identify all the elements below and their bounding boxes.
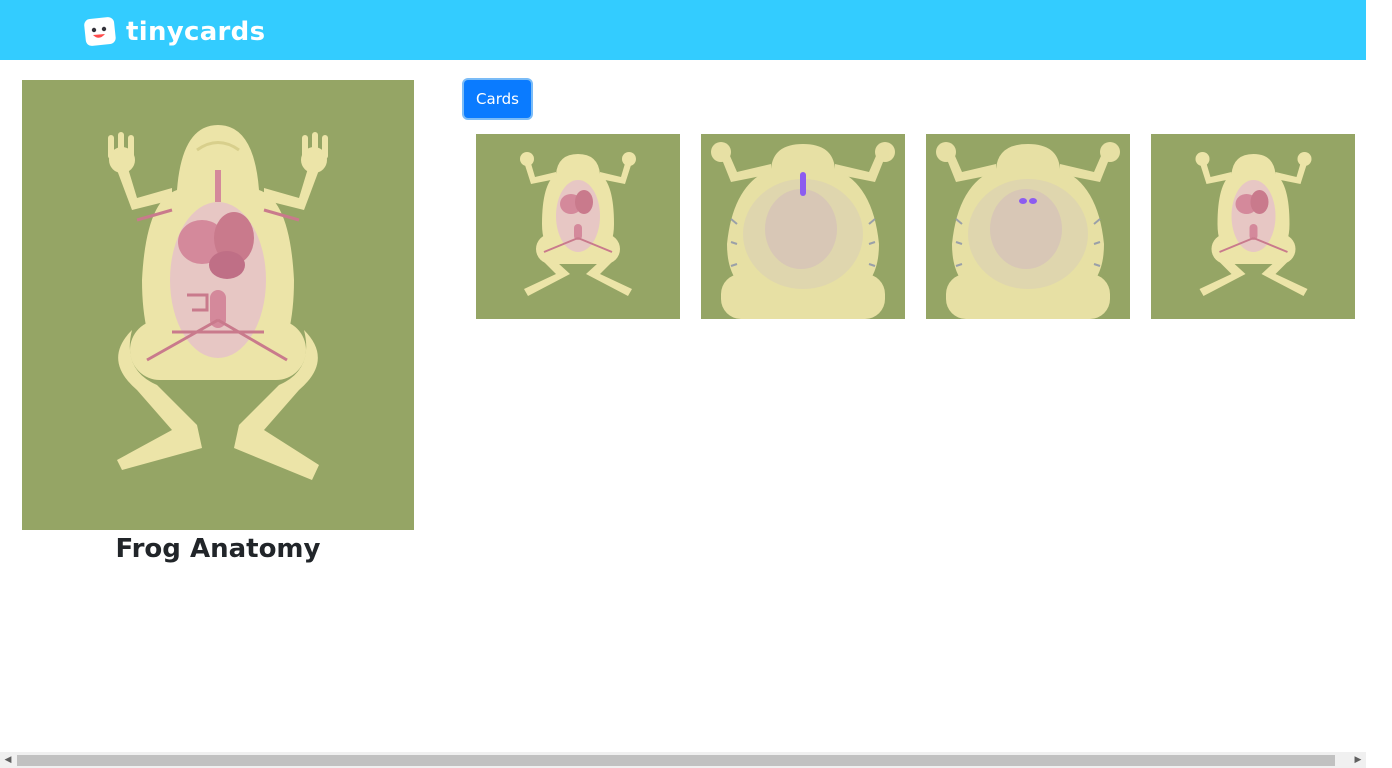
top-navigation-bar: tinycards <box>0 0 1366 60</box>
deck-cover-image <box>22 80 414 530</box>
brand-name: tinycards <box>126 17 266 47</box>
tinycards-logo-icon <box>84 17 116 46</box>
card-thumbnail-3[interactable] <box>926 134 1130 319</box>
horizontal-scrollbar[interactable]: ◀ ▶ <box>0 752 1366 768</box>
scroll-right-arrow-icon[interactable]: ▶ <box>1350 752 1366 768</box>
tinycards-logo[interactable]: tinycards <box>82 16 265 48</box>
frog-eyes-card-icon <box>936 142 1120 319</box>
card-thumbnail-2[interactable] <box>701 134 905 319</box>
frog-anatomy-card-icon <box>520 152 636 296</box>
card-thumbnail-4[interactable] <box>1151 134 1355 319</box>
card-thumbnail-1[interactable] <box>476 134 680 319</box>
cards-button[interactable]: Cards <box>464 80 531 118</box>
frog-anatomy-illustration <box>108 125 328 480</box>
scroll-left-arrow-icon[interactable]: ◀ <box>0 752 16 768</box>
page-right-gutter <box>1366 0 1392 768</box>
frog-skeleton-card-icon <box>711 142 895 319</box>
deck-title: Frog Anatomy <box>115 534 321 564</box>
frog-anatomy-card-icon <box>1195 152 1312 296</box>
scrollbar-thumb[interactable] <box>17 755 1335 766</box>
